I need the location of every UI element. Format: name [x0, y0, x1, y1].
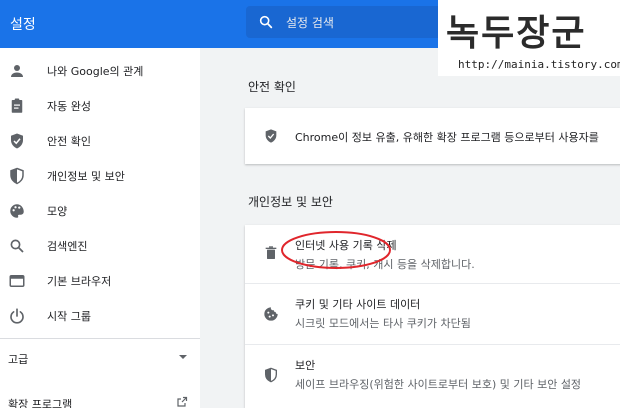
search-icon — [259, 15, 273, 29]
sidebar-item-appearance[interactable]: 모양 — [0, 194, 200, 228]
sidebar-item-label: 검색엔진 — [47, 240, 88, 253]
search-placeholder: 설정 검색 — [286, 16, 334, 30]
sidebar-extensions[interactable]: 확장 프로그램 — [8, 396, 72, 408]
highlight-annotation — [281, 231, 391, 269]
cookie-icon — [264, 307, 278, 321]
sidebar-item-label: 기본 브라우저 — [47, 275, 112, 288]
row-title: 쿠키 및 기타 사이트 데이터 — [295, 298, 421, 311]
caret-down-icon[interactable] — [178, 353, 188, 361]
palette-icon — [10, 204, 24, 218]
sidebar-item-label: 자동 완성 — [47, 100, 91, 113]
safety-check-card[interactable]: Chrome이 정보 유출, 유해한 확장 프로그램 등으로부터 사용자를 — [245, 108, 620, 164]
shield-check-icon — [11, 133, 23, 149]
sidebar-item-you-and-google[interactable]: 나와 Google의 관계 — [0, 54, 200, 88]
shield-check-icon — [265, 129, 277, 143]
browser-icon — [9, 275, 25, 287]
open-in-new-icon — [177, 396, 188, 407]
search-icon — [10, 239, 24, 253]
app-title: 설정 — [10, 17, 36, 33]
trash-icon — [265, 246, 277, 259]
safety-check-description: Chrome이 정보 유출, 유해한 확장 프로그램 등으로부터 사용자를 — [295, 131, 599, 144]
sidebar-item-autofill[interactable]: 자동 완성 — [0, 89, 200, 123]
sidebar-item-label: 모양 — [47, 205, 68, 218]
sidebar-item-label: 나와 Google의 관계 — [47, 65, 144, 78]
row-subtitle: 시크릿 모드에서는 타사 쿠키가 차단됨 — [295, 317, 471, 330]
row-title: 보안 — [295, 359, 316, 372]
sidebar: 나와 Google의 관계 자동 완성 안전 확인 개인정보 및 보안 모양 검… — [0, 48, 200, 408]
sidebar-item-search-engine[interactable]: 검색엔진 — [0, 229, 200, 263]
sidebar-advanced[interactable]: 고급 — [8, 351, 28, 367]
sidebar-item-default-browser[interactable]: 기본 브라우저 — [0, 264, 200, 298]
cookies-row[interactable]: 쿠키 및 기타 사이트 데이터 시크릿 모드에서는 타사 쿠키가 차단됨 — [245, 284, 620, 344]
clipboard-icon — [11, 98, 23, 113]
shield-half-icon — [10, 167, 24, 185]
power-icon — [10, 308, 24, 324]
sidebar-item-on-startup[interactable]: 시작 그룹 — [0, 299, 200, 333]
sidebar-item-safety-check[interactable]: 안전 확인 — [0, 124, 200, 158]
shield-half-icon — [265, 367, 277, 383]
safety-check-heading: 안전 확인 — [248, 80, 296, 94]
sidebar-item-label: 안전 확인 — [47, 135, 91, 148]
security-row[interactable]: 보안 세이프 브라우징(위험한 사이트로부터 보호) 및 기타 보안 설정 — [245, 345, 620, 408]
sidebar-item-privacy[interactable]: 개인정보 및 보안 — [0, 159, 200, 193]
search-input[interactable]: 설정 검색 — [246, 6, 456, 38]
privacy-heading: 개인정보 및 보안 — [248, 195, 333, 209]
sidebar-item-label: 시작 그룹 — [47, 310, 91, 323]
sidebar-item-label: 개인정보 및 보안 — [47, 170, 125, 183]
sidebar-divider — [0, 338, 200, 339]
row-subtitle: 세이프 브라우징(위험한 사이트로부터 보호) 및 기타 보안 설정 — [295, 378, 582, 391]
main-content: 안전 확인 Chrome이 정보 유출, 유해한 확장 프로그램 등으로부터 사… — [200, 48, 620, 408]
person-icon — [11, 65, 23, 77]
